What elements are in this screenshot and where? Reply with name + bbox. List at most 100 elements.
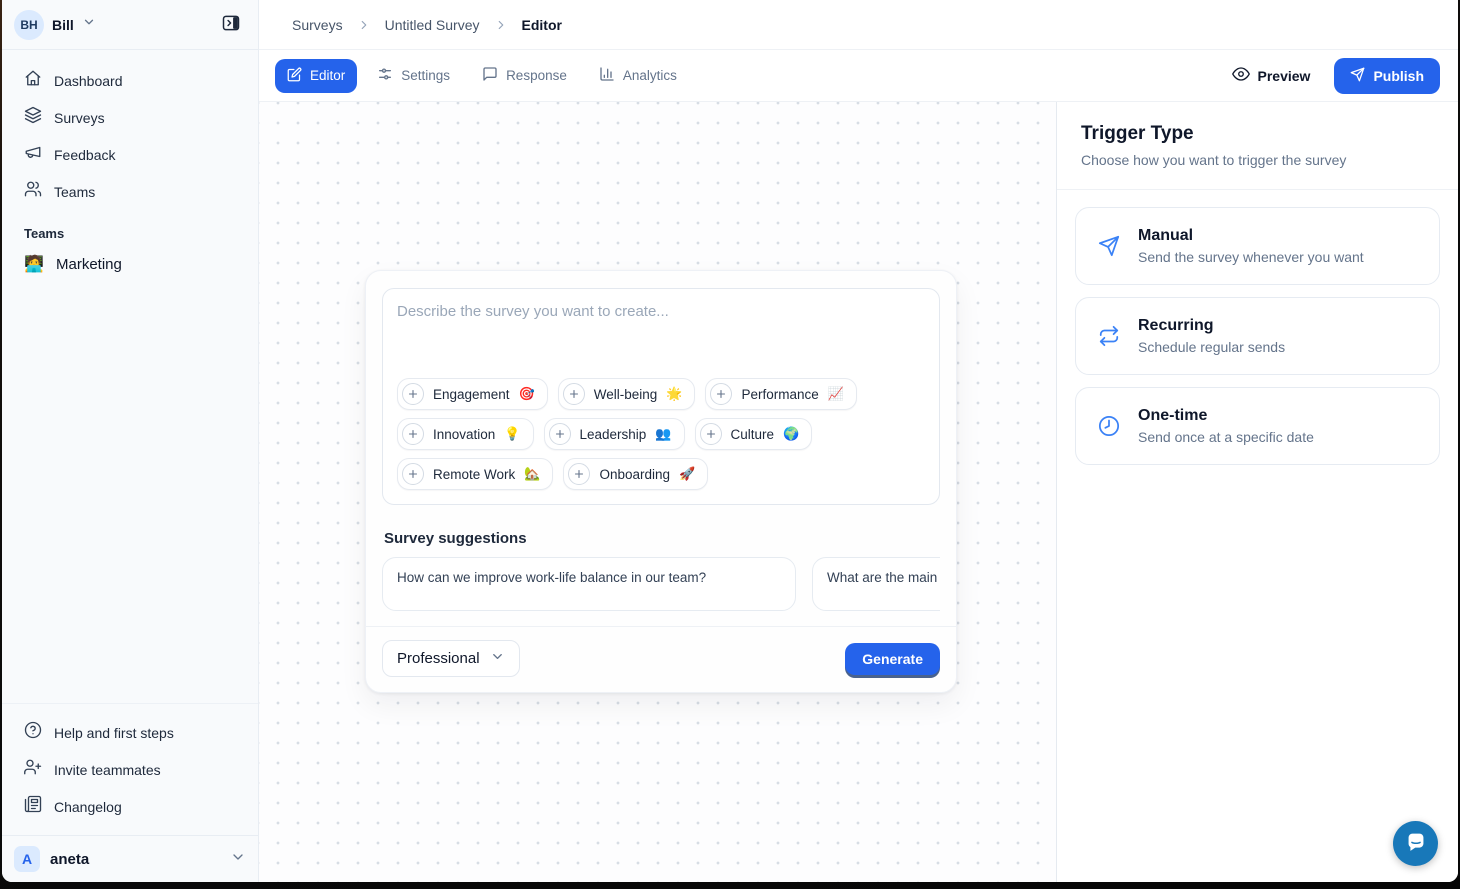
publish-button[interactable]: Publish	[1334, 58, 1440, 94]
sidebar-item-label: Invite teammates	[54, 762, 161, 778]
topic-chip-culture[interactable]: Culture 🌍	[695, 418, 813, 450]
sidebar-item-label: Surveys	[54, 110, 105, 126]
collapse-sidebar-button[interactable]	[216, 10, 246, 40]
plus-icon	[710, 383, 732, 405]
chart-up-emoji: 📈	[828, 386, 844, 402]
survey-generator-card: Engagement 🎯 Well-being 🌟 Performance	[365, 270, 957, 693]
trigger-option-recurring[interactable]: Recurring Schedule regular sends	[1075, 297, 1440, 375]
sidebar-item-teams[interactable]: Teams	[14, 173, 246, 210]
plus-icon	[568, 463, 590, 485]
suggestion-card[interactable]: What are the main ob	[812, 557, 940, 611]
topic-chip-performance[interactable]: Performance 📈	[705, 378, 856, 410]
option-description: Send the survey whenever you want	[1138, 249, 1364, 265]
chevron-down-icon	[82, 15, 96, 34]
sidebar-team-marketing[interactable]: 🧑‍💻 Marketing	[14, 247, 246, 281]
option-title: Manual	[1138, 227, 1364, 245]
teams-section-label: Teams	[24, 226, 236, 241]
plus-icon	[402, 423, 424, 445]
repeat-icon	[1098, 325, 1120, 347]
house-emoji: 🏡	[524, 466, 540, 482]
tab-analytics[interactable]: Analytics	[587, 58, 689, 93]
sidebar-item-dashboard[interactable]: Dashboard	[14, 62, 246, 99]
trigger-option-one-time[interactable]: One-time Send once at a specific date	[1075, 387, 1440, 465]
topic-chip-innovation[interactable]: Innovation 💡	[397, 418, 534, 450]
topic-chip-engagement[interactable]: Engagement 🎯	[397, 378, 548, 410]
chat-launcher-button[interactable]	[1393, 821, 1438, 866]
survey-prompt-input[interactable]	[397, 303, 925, 369]
panel-body: Manual Send the survey whenever you want…	[1057, 190, 1458, 494]
globe-emoji: 🌍	[783, 426, 799, 442]
layers-icon	[24, 106, 42, 129]
send-icon	[1098, 235, 1120, 257]
user-name: aneta	[50, 851, 220, 868]
panel-header: Trigger Type Choose how you want to trig…	[1057, 102, 1458, 190]
tab-label: Response	[506, 68, 567, 83]
preview-label: Preview	[1258, 68, 1311, 84]
topic-chip-remote-work[interactable]: Remote Work 🏡	[397, 458, 553, 490]
breadcrumb-surveys[interactable]: Surveys	[292, 17, 343, 33]
sidebar-item-invite[interactable]: Invite teammates	[14, 751, 246, 788]
editor-toolbar: Editor Settings Response Analytics P	[259, 50, 1458, 102]
tab-response[interactable]: Response	[470, 58, 579, 93]
option-title: Recurring	[1138, 317, 1285, 335]
send-icon	[1350, 67, 1365, 85]
breadcrumb-untitled-survey[interactable]: Untitled Survey	[385, 17, 480, 33]
workspace-switcher[interactable]: BH Bill	[2, 0, 258, 50]
plus-icon	[700, 423, 722, 445]
main-area: Surveys Untitled Survey Editor Editor Se…	[259, 0, 1458, 882]
edit-icon	[287, 67, 302, 85]
panel-title: Trigger Type	[1081, 123, 1434, 145]
plus-icon	[402, 463, 424, 485]
sidebar-item-changelog[interactable]: Changelog	[14, 788, 246, 825]
message-icon	[482, 66, 498, 85]
survey-suggestions-label: Survey suggestions	[384, 530, 938, 547]
topic-chips: Engagement 🎯 Well-being 🌟 Performance	[397, 378, 925, 490]
workspace-avatar: BH	[14, 10, 44, 40]
megaphone-icon	[24, 143, 42, 166]
topic-chip-onboarding[interactable]: Onboarding 🚀	[563, 458, 708, 490]
sidebar-item-label: Changelog	[54, 799, 122, 815]
trigger-type-panel: Trigger Type Choose how you want to trig…	[1056, 102, 1458, 882]
home-icon	[24, 69, 42, 92]
option-title: One-time	[1138, 407, 1314, 425]
user-avatar: A	[14, 846, 40, 872]
option-description: Schedule regular sends	[1138, 339, 1285, 355]
sidebar-nav: Dashboard Surveys Feedback Teams Teams 🧑…	[2, 50, 258, 281]
plus-icon	[563, 383, 585, 405]
user-menu[interactable]: A aneta	[2, 835, 258, 882]
sidebar-item-surveys[interactable]: Surveys	[14, 99, 246, 136]
topic-chip-well-being[interactable]: Well-being 🌟	[558, 378, 696, 410]
option-description: Send once at a specific date	[1138, 429, 1314, 445]
chevron-down-icon	[230, 849, 246, 870]
tab-settings[interactable]: Settings	[365, 58, 462, 93]
bulb-emoji: 💡	[504, 426, 520, 442]
user-plus-icon	[24, 758, 42, 781]
preview-button[interactable]: Preview	[1220, 57, 1323, 94]
suggestion-card[interactable]: How can we improve work-life balance in …	[382, 557, 796, 611]
generate-button[interactable]: Generate	[845, 643, 940, 675]
team-label: Marketing	[56, 256, 122, 273]
help-circle-icon	[24, 721, 42, 744]
toolbar-tabs: Editor Settings Response Analytics	[275, 58, 689, 93]
editor-canvas[interactable]: Engagement 🎯 Well-being 🌟 Performance	[259, 102, 1056, 882]
plus-icon	[549, 423, 571, 445]
generator-footer: Professional Generate	[366, 626, 956, 692]
publish-label: Publish	[1373, 68, 1424, 84]
sidebar-item-feedback[interactable]: Feedback	[14, 136, 246, 173]
tab-label: Settings	[401, 68, 450, 83]
sidebar: BH Bill Dashboard Surveys	[2, 0, 259, 882]
users-icon	[24, 180, 42, 203]
sidebar-item-label: Help and first steps	[54, 725, 174, 741]
topic-chip-leadership[interactable]: Leadership 👥	[544, 418, 685, 450]
target-emoji: 🎯	[519, 386, 535, 402]
survey-suggestions-row: How can we improve work-life balance in …	[382, 557, 940, 611]
sidebar-item-label: Feedback	[54, 147, 115, 163]
tone-select[interactable]: Professional	[382, 640, 520, 677]
tone-value: Professional	[397, 650, 480, 667]
team-emoji: 🧑‍💻	[24, 254, 44, 274]
plus-icon	[402, 383, 424, 405]
trigger-option-manual[interactable]: Manual Send the survey whenever you want	[1075, 207, 1440, 285]
tab-editor[interactable]: Editor	[275, 59, 357, 93]
sidebar-item-help[interactable]: Help and first steps	[14, 714, 246, 751]
chevron-down-icon	[490, 649, 505, 668]
